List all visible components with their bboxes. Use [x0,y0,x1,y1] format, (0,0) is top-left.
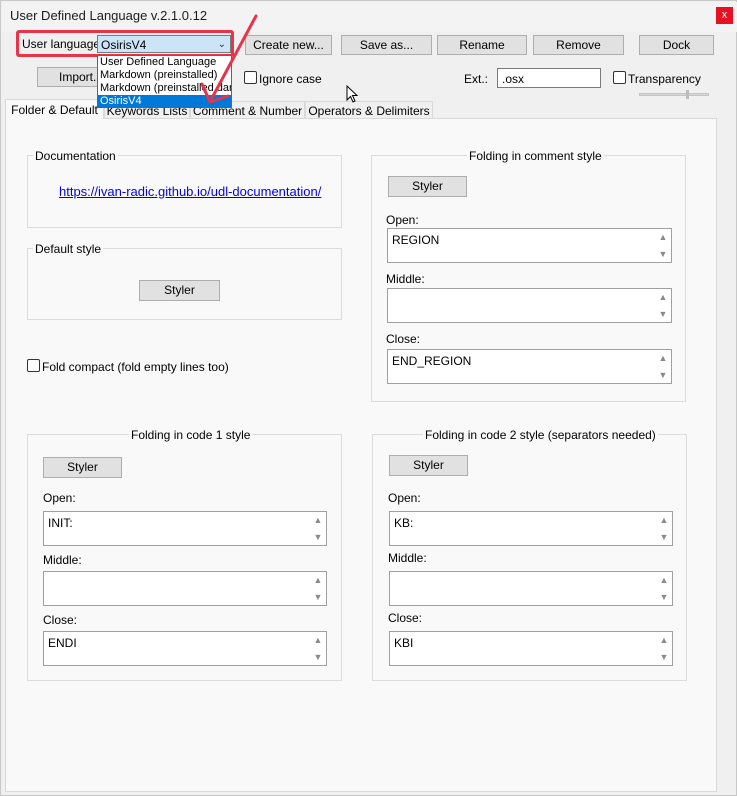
fold-compact-checkbox[interactable] [27,359,40,372]
window-title: User Defined Language v.2.1.0.12 [10,8,208,23]
code2-fold-title: Folding in code 2 style (separators need… [423,428,658,442]
scroll-down-icon[interactable]: ▼ [311,591,325,603]
import-button[interactable]: Import... [37,67,103,87]
comment-styler-button[interactable]: Styler [388,176,467,197]
scroll-up-icon[interactable]: ▲ [656,291,670,303]
transparency-checkbox[interactable] [613,71,626,84]
comment-open-value: REGION [392,233,440,247]
code1-middle-input[interactable]: ▲ ▼ [43,571,327,606]
scroll-down-icon[interactable]: ▼ [311,651,325,663]
scroll-down-icon[interactable]: ▼ [656,248,670,260]
ext-value: .osx [502,72,525,86]
scroll-up-icon[interactable]: ▲ [311,574,325,586]
scroll-up-icon[interactable]: ▲ [657,634,671,646]
code2-middle-input[interactable]: ▲ ▼ [389,571,673,606]
scroll-down-icon[interactable]: ▼ [657,651,671,663]
scroll-down-icon[interactable]: ▼ [311,531,325,543]
close-button[interactable]: x [716,7,733,24]
scroll-up-icon[interactable]: ▲ [657,574,671,586]
scroll-down-icon[interactable]: ▼ [657,531,671,543]
comment-close-input[interactable]: END_REGION ▲ ▼ [387,349,672,384]
code1-close-value: ENDI [48,636,77,650]
transparency-slider-thumb[interactable] [686,90,689,99]
code2-styler-button[interactable]: Styler [389,455,468,476]
scroll-up-icon[interactable]: ▲ [311,634,325,646]
code1-open-value: INIT: [48,516,73,530]
comment-middle-label: Middle: [386,272,425,286]
tab-folder-default[interactable]: Folder & Default [5,99,104,119]
comment-open-label: Open: [386,213,419,227]
code1-open-input[interactable]: INIT: ▲ ▼ [43,511,327,546]
fold-compact-label: Fold compact (fold empty lines too) [42,360,229,374]
save-as-button[interactable]: Save as... [341,35,432,55]
comment-middle-input[interactable]: ▲ ▼ [387,288,672,323]
code1-fold-title: Folding in code 1 style [129,428,253,442]
default-style-title: Default style [33,242,104,256]
annotation-arrow-icon [200,14,258,104]
code2-close-label: Close: [388,611,423,625]
mouse-cursor-icon [346,85,359,103]
transparency-label: Transparency [628,72,701,86]
code2-open-label: Open: [388,491,421,505]
comment-close-value: END_REGION [392,354,472,368]
code2-close-input[interactable]: KBI ▲ ▼ [389,631,673,666]
ext-input[interactable]: .osx [497,68,601,88]
comment-close-label: Close: [386,332,421,346]
comment-open-input[interactable]: REGION ▲ ▼ [387,228,672,263]
code2-close-value: KBI [394,636,414,650]
code2-middle-label: Middle: [388,551,427,565]
documentation-link[interactable]: https://ivan-radic.github.io/udl-documen… [59,184,321,199]
comment-fold-title: Folding in comment style [467,149,604,163]
default-styler-button[interactable]: Styler [139,280,220,301]
scroll-up-icon[interactable]: ▲ [656,231,670,243]
rename-button[interactable]: Rename [437,35,527,55]
code1-close-input[interactable]: ENDI ▲ ▼ [43,631,327,666]
scroll-up-icon[interactable]: ▲ [657,514,671,526]
remove-button[interactable]: Remove [533,35,624,55]
scroll-down-icon[interactable]: ▼ [656,369,670,381]
documentation-title: Documentation [33,149,118,163]
tab-operators-delimiters[interactable]: Operators & Delimiters [305,101,433,118]
code2-open-value: KB: [394,516,414,530]
scroll-up-icon[interactable]: ▲ [311,514,325,526]
ext-label: Ext.: [464,72,489,86]
scroll-down-icon[interactable]: ▼ [657,591,671,603]
scroll-up-icon[interactable]: ▲ [656,352,670,364]
code2-open-input[interactable]: KB: ▲ ▼ [389,511,673,546]
scroll-down-icon[interactable]: ▼ [656,308,670,320]
code1-close-label: Close: [43,613,78,627]
code1-styler-button[interactable]: Styler [43,457,122,478]
transparency-slider[interactable] [639,93,709,96]
code1-open-label: Open: [43,491,76,505]
dock-button[interactable]: Dock [639,35,714,55]
code1-middle-label: Middle: [43,553,82,567]
